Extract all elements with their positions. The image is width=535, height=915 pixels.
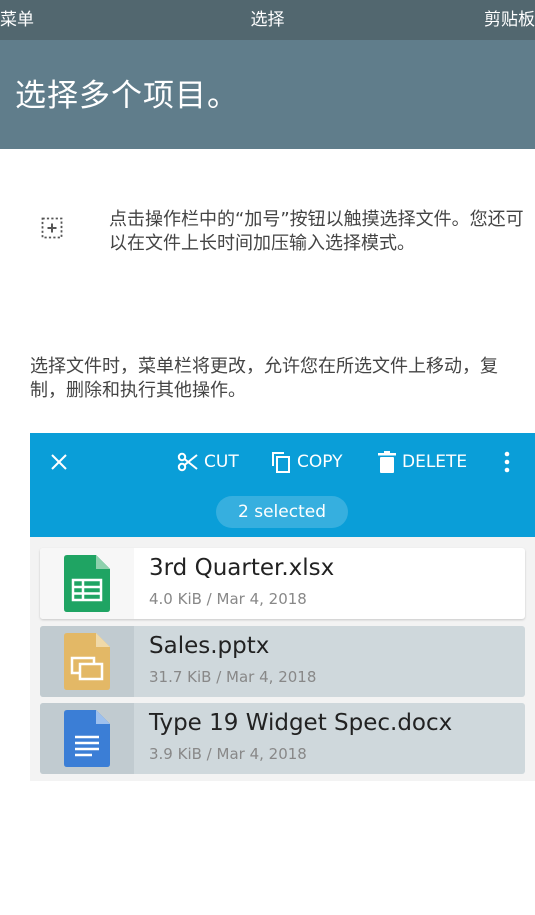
file-name: Sales.pptx bbox=[149, 633, 270, 659]
file-row[interactable]: Type 19 Widget Spec.docx 3.9 KiB / Mar 4… bbox=[40, 703, 525, 774]
delete-label: DELETE bbox=[402, 452, 468, 472]
action-bar: CUT COPY DELETE 2 selected bbox=[30, 433, 535, 537]
document-icon bbox=[64, 710, 110, 767]
hint-section: 点击操作栏中的“加号”按钮以触摸选择文件。您还可以在文件上长时间加压输入选择模式… bbox=[0, 208, 535, 298]
spreadsheet-icon bbox=[64, 555, 110, 612]
top-bar: 菜单 选择 剪贴板 bbox=[0, 0, 535, 40]
add-selection-icon bbox=[41, 217, 63, 239]
copy-icon bbox=[272, 452, 290, 473]
cut-button[interactable]: CUT bbox=[176, 447, 239, 477]
select-tab[interactable]: 选择 bbox=[251, 10, 285, 30]
page-title: 选择多个项目。 bbox=[15, 78, 239, 114]
presentation-icon bbox=[64, 633, 110, 690]
copy-label: COPY bbox=[297, 452, 343, 472]
page-header: 选择多个项目。 bbox=[0, 40, 535, 149]
more-vertical-icon[interactable] bbox=[498, 449, 516, 475]
delete-button[interactable]: DELETE bbox=[376, 447, 467, 477]
file-name: Type 19 Widget Spec.docx bbox=[149, 710, 453, 736]
scissors-icon bbox=[177, 452, 198, 472]
file-meta: 4.0 KiB / Mar 4, 2018 bbox=[149, 590, 307, 608]
cut-label: CUT bbox=[204, 452, 239, 472]
selected-count-badge: 2 selected bbox=[216, 496, 348, 528]
close-icon[interactable] bbox=[46, 449, 72, 475]
file-meta: 3.9 KiB / Mar 4, 2018 bbox=[149, 745, 307, 763]
copy-button[interactable]: COPY bbox=[269, 447, 343, 477]
description-paragraph: 选择文件时，菜单栏将更改，允许您在所选文件上移动，复制，删除和执行其他操作。 bbox=[30, 356, 498, 401]
file-meta: 31.7 KiB / Mar 4, 2018 bbox=[149, 668, 317, 686]
file-row[interactable]: Sales.pptx 31.7 KiB / Mar 4, 2018 bbox=[40, 626, 525, 697]
file-name: 3rd Quarter.xlsx bbox=[149, 555, 335, 581]
menu-button[interactable]: 菜单 bbox=[0, 0, 34, 40]
file-row[interactable]: 3rd Quarter.xlsx 4.0 KiB / Mar 4, 2018 bbox=[40, 548, 525, 619]
hint-text: 点击操作栏中的“加号”按钮以触摸选择文件。您还可以在文件上长时间加压输入选择模式… bbox=[109, 209, 524, 254]
clipboard-button[interactable]: 剪贴板 bbox=[484, 0, 535, 40]
trash-icon bbox=[378, 451, 396, 473]
selection-demo: CUT COPY DELETE 2 selected 3rd Quarter.x… bbox=[30, 433, 535, 781]
